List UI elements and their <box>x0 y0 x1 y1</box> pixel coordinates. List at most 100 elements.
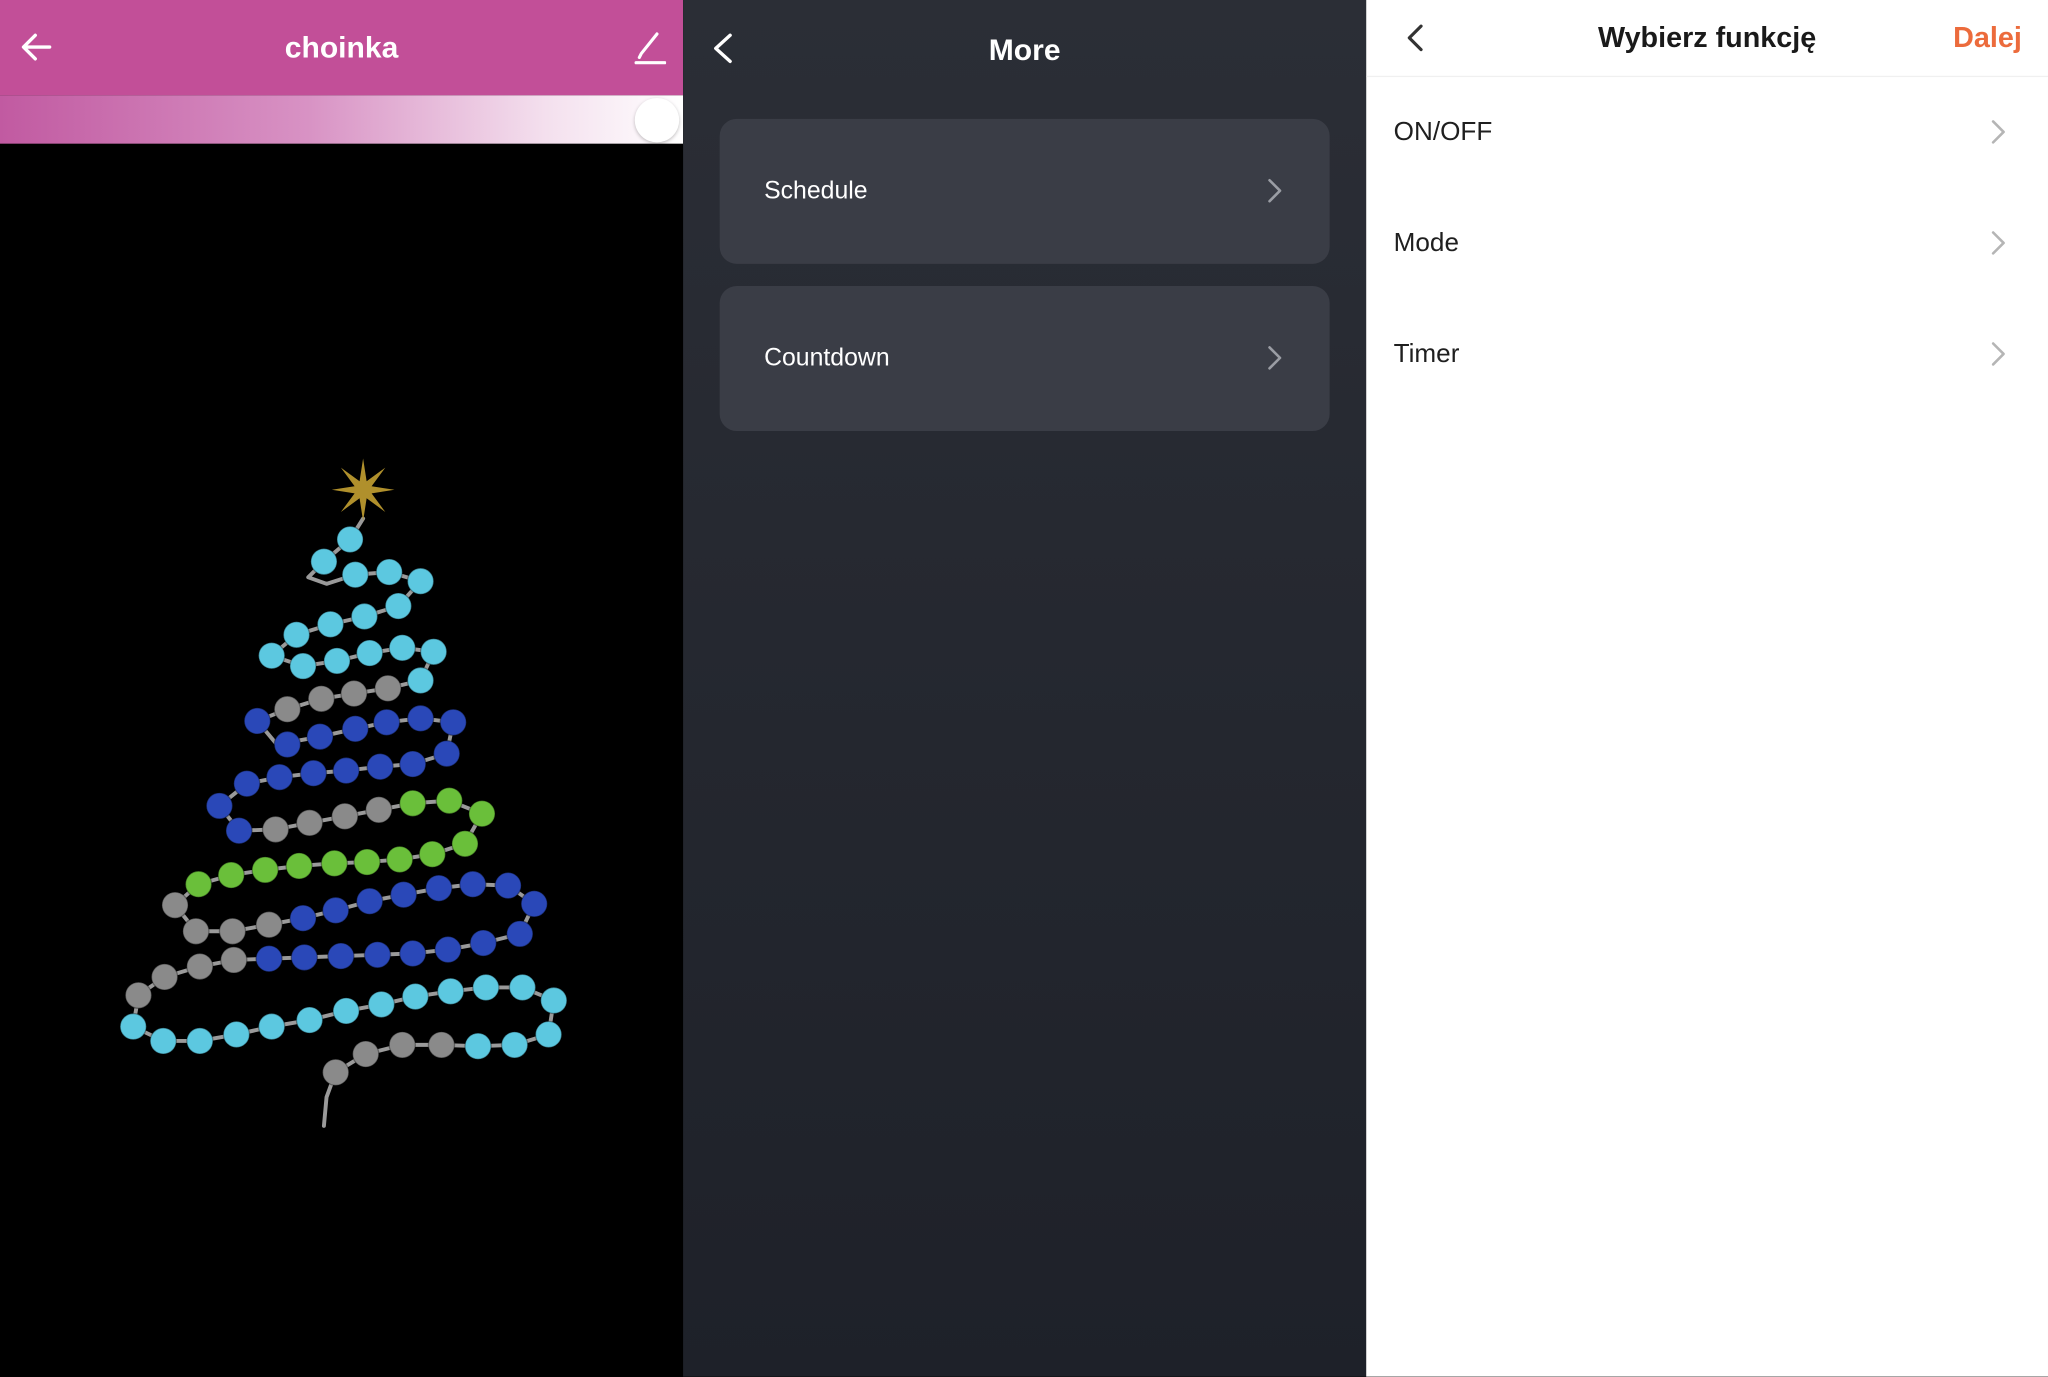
tree-bead <box>222 1020 251 1049</box>
function-item-label: Mode <box>1393 228 1459 258</box>
tree-bead <box>436 977 465 1006</box>
tree-bead <box>225 816 253 845</box>
schedule-label: Schedule <box>764 177 868 206</box>
tree-bead <box>340 679 368 708</box>
tree-bead <box>285 852 313 880</box>
tree-bead <box>186 952 214 981</box>
tree-bead <box>508 973 537 1002</box>
tree-bead <box>363 941 392 969</box>
function-item-on-off[interactable]: ON/OFF <box>1366 77 2048 188</box>
tree-bead <box>439 708 467 736</box>
more-title: More <box>988 32 1061 67</box>
tree-bead <box>182 917 210 945</box>
tree-bead <box>290 943 319 972</box>
chevron-right-icon <box>1991 231 2005 255</box>
tree-bead <box>468 799 496 828</box>
tree-bead <box>331 802 359 831</box>
tree-bead <box>323 647 351 675</box>
tree-bead <box>432 739 461 768</box>
tree-bead <box>316 610 345 639</box>
tree-bead <box>233 769 261 798</box>
chevron-right-icon <box>1268 346 1282 370</box>
tree-bead <box>161 891 189 919</box>
tree-bead <box>406 666 435 695</box>
tree-bead <box>399 750 427 778</box>
tree-bead <box>341 715 369 743</box>
tree-bead <box>217 861 245 889</box>
tree-bead <box>295 1006 324 1034</box>
next-button[interactable]: Dalej <box>1953 0 2022 76</box>
tree-bead <box>351 1040 380 1068</box>
tree-bead <box>220 946 248 974</box>
tree-bead <box>506 920 534 948</box>
tree-bead <box>399 789 427 817</box>
countdown-label: Countdown <box>764 344 890 373</box>
tree-bead <box>385 845 414 874</box>
tree-bead <box>384 592 413 620</box>
tree-bead <box>494 871 522 900</box>
tree-bead <box>355 887 384 915</box>
tree-bead <box>307 685 336 713</box>
tree-bead <box>388 1031 416 1059</box>
function-item-mode[interactable]: Mode <box>1366 188 2048 299</box>
tree-bead <box>375 558 403 586</box>
tree-bead <box>464 1032 492 1060</box>
tree-bead <box>427 1031 456 1059</box>
tree-bead <box>341 560 369 589</box>
select-function-screen: Wybierz funkcję Dalej ON/OFF Mode Timer <box>1366 0 2048 1377</box>
tree-graphic <box>119 458 568 1128</box>
tree-bead <box>419 638 448 666</box>
tree-bead <box>469 929 497 957</box>
tree-bead <box>243 707 272 735</box>
tree-bead <box>289 904 317 932</box>
arrow-left-icon[interactable] <box>18 29 55 66</box>
tree-bead <box>265 763 294 791</box>
tree-bead <box>388 634 416 662</box>
star-decoration <box>331 458 395 522</box>
slider-thumb[interactable] <box>634 97 680 143</box>
tree-bead <box>119 1012 147 1041</box>
tree-bead <box>149 1027 177 1055</box>
tree-bead <box>540 986 568 1015</box>
tree-bead <box>184 870 213 898</box>
tree-bead <box>406 567 435 595</box>
tree-bead <box>257 1012 286 1041</box>
tree-bead <box>435 786 464 815</box>
tree-bead <box>310 547 338 576</box>
tree-bead <box>425 874 453 902</box>
tree-bead <box>472 973 500 1002</box>
tree-bead <box>355 639 384 667</box>
tree-bead <box>389 880 418 909</box>
tree-bead <box>306 722 334 751</box>
tree-bead <box>327 942 355 970</box>
tree-bead <box>520 890 548 918</box>
tree-bead <box>367 990 396 1019</box>
star-shape <box>331 458 395 522</box>
tree-bead <box>257 641 286 670</box>
chevron-right-icon <box>1991 342 2005 366</box>
device-title: choinka <box>284 30 399 64</box>
tree-bead <box>282 621 311 649</box>
tree-bead <box>124 981 153 1009</box>
tree-bead <box>374 674 402 703</box>
christmas-tree-illustration <box>0 144 683 1377</box>
countdown-menu-item[interactable]: Countdown <box>719 286 1330 432</box>
pencil-icon[interactable] <box>630 29 667 66</box>
tree-bead <box>372 708 401 736</box>
tree-bead <box>321 896 350 925</box>
tree-bead <box>406 704 435 733</box>
chevron-right-icon <box>1991 120 2005 144</box>
brightness-slider[interactable] <box>0 95 684 144</box>
tree-bead <box>273 730 302 759</box>
more-screen: More Schedule Countdown <box>683 0 1367 1377</box>
tree-bead <box>218 917 247 945</box>
tree-bead <box>418 840 447 868</box>
schedule-menu-item[interactable]: Schedule <box>719 118 1330 264</box>
select-function-title: Wybierz funkcję <box>1597 20 1817 54</box>
function-item-timer[interactable]: Timer <box>1366 299 2048 410</box>
tree-bead <box>205 792 234 820</box>
tree-bead <box>261 815 290 844</box>
tree-bead <box>273 695 302 723</box>
tree-bead <box>451 830 479 858</box>
tree-bead <box>321 1058 350 1087</box>
